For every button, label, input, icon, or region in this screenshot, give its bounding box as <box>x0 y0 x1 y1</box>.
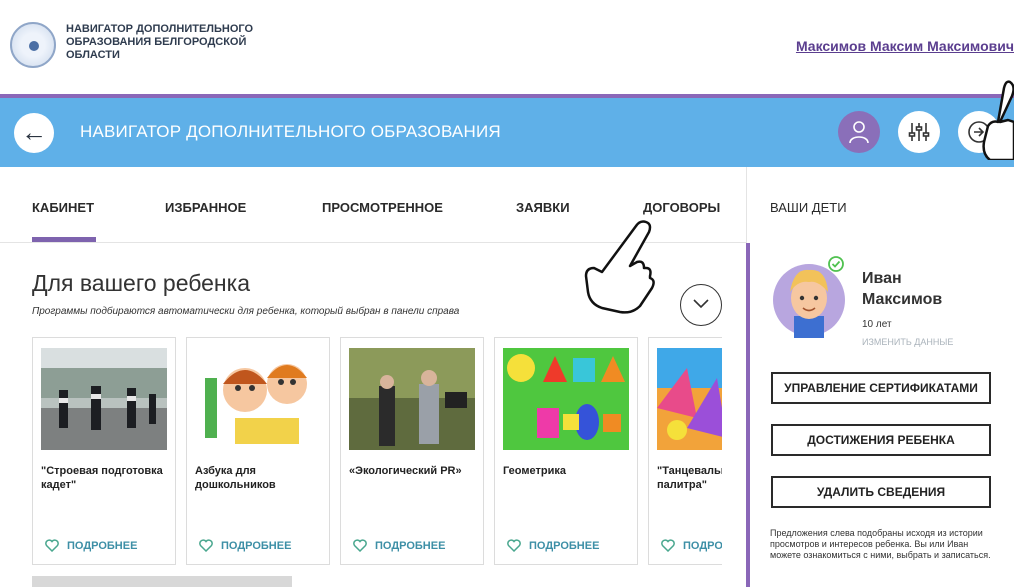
program-card[interactable]: "Танцевальная палитра" ПОДРОБНЕЕ <box>648 337 722 565</box>
tab-contracts[interactable]: ДОГОВОРЫ <box>643 200 720 215</box>
tab-viewed[interactable]: ПРОСМОТРЕННОЕ <box>322 200 443 215</box>
child-first-name: Иван <box>862 270 902 287</box>
user-icon <box>849 121 869 144</box>
heart-icon[interactable] <box>199 539 213 553</box>
heart-icon[interactable] <box>507 539 521 553</box>
child-avatar[interactable] <box>772 256 850 338</box>
nav-bar: ← НАВИГАТОР ДОПОЛНИТЕЛЬНОГО ОБРАЗОВАНИЯ <box>0 98 1014 167</box>
more-link-label: ПОДРОБНЕЕ <box>683 540 722 552</box>
program-image <box>657 348 722 450</box>
more-link[interactable]: ПОДРОБНЕЕ <box>45 539 138 553</box>
program-cards: "Строевая подготовка кадет" ПОДРОБНЕЕ Аз… <box>32 337 722 565</box>
more-link[interactable]: ПОДРОБНЕЕ <box>661 539 722 553</box>
tab-applications[interactable]: ЗАЯВКИ <box>516 200 570 215</box>
your-children-heading: ВАШИ ДЕТИ <box>770 200 847 215</box>
more-link-label: ПОДРОБНЕЕ <box>221 540 292 552</box>
section-title: Для вашего ребенка <box>32 270 250 296</box>
more-link[interactable]: ПОДРОБНЕЕ <box>507 539 600 553</box>
user-profile-link[interactable]: Максимов Максим Максимович <box>796 38 1014 54</box>
logo-icon[interactable] <box>10 22 56 68</box>
program-image <box>41 348 167 450</box>
child-achievements-button[interactable]: ДОСТИЖЕНИЯ РЕБЕНКА <box>771 424 991 456</box>
tabs-divider <box>746 167 747 243</box>
more-link-label: ПОДРОБНЕЕ <box>529 540 600 552</box>
program-card[interactable]: "Строевая подготовка кадет" ПОДРОБНЕЕ <box>32 337 176 565</box>
org-name: НАВИГАТОР ДОПОЛНИТЕЛЬНОГО ОБРАЗОВАНИЯ БЕ… <box>66 23 254 61</box>
active-tab-indicator <box>32 237 96 242</box>
pointing-hand-icon <box>584 220 655 314</box>
more-link[interactable]: ПОДРОБНЕЕ <box>199 539 292 553</box>
delete-data-button[interactable]: УДАЛИТЬ СВЕДЕНИЯ <box>771 476 991 508</box>
child-name: Иван Максимов <box>862 268 982 310</box>
tab-cabinet[interactable]: КАБИНЕТ <box>32 200 94 215</box>
back-button[interactable]: ← <box>14 113 54 153</box>
heart-icon[interactable] <box>45 539 59 553</box>
program-card[interactable]: Азбука для дошкольников ПОДРОБНЕЕ <box>186 337 330 565</box>
heart-icon[interactable] <box>661 539 675 553</box>
sliders-icon <box>908 123 930 141</box>
more-link-label: ПОДРОБНЕЕ <box>375 540 446 552</box>
program-image <box>195 348 321 450</box>
top-header: НАВИГАТОР ДОПОЛНИТЕЛЬНОГО ОБРАЗОВАНИЯ БЕ… <box>0 0 1014 94</box>
manage-certificates-button[interactable]: УПРАВЛЕНИЕ СЕРТИФИКАТАМИ <box>771 372 991 404</box>
expand-button[interactable] <box>680 284 722 326</box>
program-title: Геометрика <box>503 465 566 477</box>
section-subtitle: Программы подбираются автоматически для … <box>32 306 460 317</box>
program-image <box>503 348 629 450</box>
program-card[interactable]: Геометрика ПОДРОБНЕЕ <box>494 337 638 565</box>
program-image <box>349 348 475 450</box>
recommendation-note: Предложения слева подобраны исходя из ис… <box>770 528 991 560</box>
filter-settings-button[interactable] <box>898 111 940 153</box>
program-card[interactable]: «Экологический PR» ПОДРОБНЕЕ <box>340 337 484 565</box>
program-title: "Танцевальная палитра" <box>657 465 722 491</box>
more-link[interactable]: ПОДРОБНЕЕ <box>353 539 446 553</box>
edit-child-data-link[interactable]: ИЗМЕНИТЬ ДАННЫЕ <box>862 337 953 347</box>
child-last-name: Максимов <box>862 291 943 308</box>
sidebar-accent <box>746 243 750 587</box>
program-title: Азбука для дошкольников <box>195 465 276 491</box>
tab-favorites[interactable]: ИЗБРАННОЕ <box>165 200 246 215</box>
program-title: «Экологический PR» <box>349 465 462 477</box>
nav-title: НАВИГАТОР ДОПОЛНИТЕЛЬНОГО ОБРАЗОВАНИЯ <box>80 122 501 141</box>
pointing-hand-icon <box>982 80 1014 160</box>
chevron-down-icon <box>693 299 709 309</box>
child-age: 10 лет <box>862 319 892 330</box>
profile-avatar-button[interactable] <box>838 111 880 153</box>
more-link-label: ПОДРОБНЕЕ <box>67 540 138 552</box>
heart-icon[interactable] <box>353 539 367 553</box>
cards-scrollbar[interactable] <box>32 576 292 587</box>
program-title: "Строевая подготовка кадет" <box>41 465 163 491</box>
